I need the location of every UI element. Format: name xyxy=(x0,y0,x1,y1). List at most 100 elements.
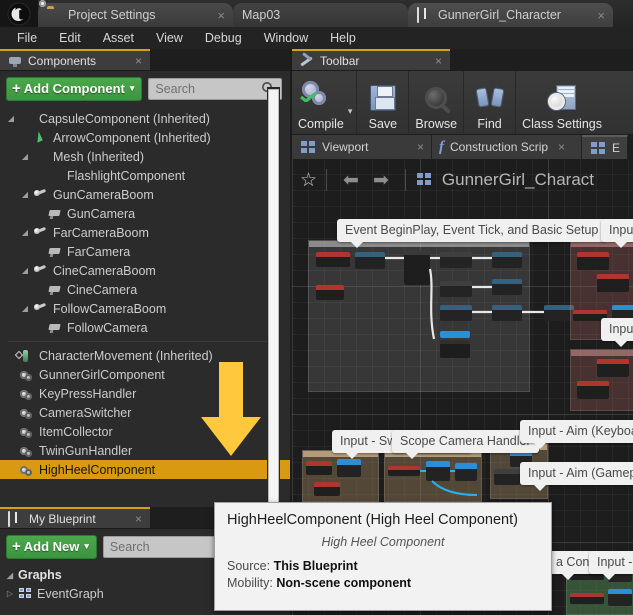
spring-arm-icon xyxy=(33,302,49,316)
close-icon[interactable]: × xyxy=(435,54,442,68)
components-search-input[interactable]: Search xyxy=(148,78,282,100)
components-scrollbar[interactable] xyxy=(267,87,280,527)
graph-node[interactable] xyxy=(316,285,344,300)
graph-comment-bubble[interactable]: Inpu xyxy=(601,318,633,347)
close-icon[interactable]: × xyxy=(587,8,605,23)
tree-item[interactable]: ◢ Mesh (Inherited) xyxy=(0,147,290,166)
graph-node[interactable] xyxy=(570,593,604,604)
tree-item[interactable]: ◢ FarCameraBoom xyxy=(0,223,290,242)
graph-node[interactable] xyxy=(455,463,477,481)
graph-node[interactable] xyxy=(597,274,629,292)
graph-node[interactable] xyxy=(426,461,450,481)
compile-button[interactable]: Compile ▾ xyxy=(292,71,358,134)
browse-button[interactable]: Browse xyxy=(409,71,465,134)
tab-construction-script[interactable]: f Construction Scrip × xyxy=(432,135,582,159)
find-button[interactable]: Find xyxy=(464,71,517,134)
close-icon[interactable]: × xyxy=(207,8,225,23)
disclosure-triangle-icon[interactable]: ◢ xyxy=(20,190,30,199)
tree-item-label: ItemCollector xyxy=(39,424,113,439)
add-component-button[interactable]: + Add Component ▾ xyxy=(6,77,143,101)
close-icon[interactable]: × xyxy=(135,512,142,526)
graph-node[interactable] xyxy=(314,482,340,496)
menu-item-edit[interactable]: Edit xyxy=(48,28,92,48)
tree-item[interactable]: ◢FollowCamera xyxy=(0,318,290,337)
graph-node[interactable] xyxy=(388,466,420,476)
tree-item[interactable]: ◢GunCamera xyxy=(0,204,290,223)
tree-item-label: CineCamera xyxy=(67,282,138,297)
disclosure-triangle-icon[interactable]: ◢ xyxy=(20,228,30,237)
event-graph-icon xyxy=(416,172,434,188)
graph-node[interactable] xyxy=(577,252,609,270)
scrollbar-thumb[interactable] xyxy=(268,89,279,521)
arrow-left-icon[interactable]: ⬅ xyxy=(336,169,366,192)
disclosure-triangle-icon[interactable]: ◢ xyxy=(6,114,16,123)
graph-comment-bubble[interactable]: Event BeginPlay, Event Tick, and Basic S… xyxy=(337,219,607,248)
binoculars-icon xyxy=(470,81,509,115)
toolbar-buttons: Compile ▾ Save Browse Find Class Setting… xyxy=(292,70,633,134)
graph-comment-bubble[interactable]: Input - Aim (Gamep xyxy=(520,462,633,491)
graph-node[interactable] xyxy=(440,305,472,321)
tree-item[interactable]: ◢FarCamera xyxy=(0,242,290,261)
tree-item[interactable]: ◢ CineCameraBoom xyxy=(0,261,290,280)
graph-comment-bubble[interactable]: Input - xyxy=(589,551,633,580)
graph-node[interactable] xyxy=(608,589,632,606)
tab-toolbar[interactable]: Toolbar × xyxy=(292,49,450,70)
window-tab-gunnergirl-character[interactable]: GunnerGirl_Character × xyxy=(408,3,613,27)
graph-node[interactable] xyxy=(494,469,520,485)
graph-node[interactable] xyxy=(492,252,522,268)
graph-node[interactable] xyxy=(440,340,470,358)
graph-node[interactable] xyxy=(306,461,332,475)
menu-item-debug[interactable]: Debug xyxy=(194,28,253,48)
graph-node[interactable] xyxy=(577,381,609,399)
close-icon[interactable]: × xyxy=(558,140,565,154)
graph-node[interactable] xyxy=(355,252,385,269)
tree-item[interactable]: ◢ FollowCameraBoom xyxy=(0,299,290,318)
graph-node[interactable] xyxy=(337,459,361,477)
tree-item[interactable]: ◢ CapsuleComponent (Inherited) xyxy=(0,109,290,128)
tab-viewport[interactable]: Viewport × xyxy=(292,135,432,159)
graph-node[interactable] xyxy=(492,279,522,295)
tab-event-graph[interactable]: E xyxy=(582,135,629,159)
window-tab-project-settings[interactable]: Project Settings × xyxy=(38,3,233,27)
add-new-button[interactable]: + Add New ▾ xyxy=(6,535,97,559)
menu-item-asset[interactable]: Asset xyxy=(92,28,145,48)
toolbar-tab-row: Toolbar × xyxy=(292,49,633,70)
menu-item-view[interactable]: View xyxy=(145,28,194,48)
tree-item[interactable]: ◢FlashlightComponent xyxy=(0,166,290,185)
class-settings-button[interactable]: Class Settings xyxy=(516,71,608,134)
viewport-grid-icon xyxy=(301,140,316,154)
graph-comment-bubble[interactable]: Scope Camera Handler xyxy=(392,430,539,459)
arrow-right-icon[interactable]: ➡ xyxy=(366,169,396,192)
graph-node[interactable] xyxy=(597,359,629,377)
graph-node[interactable] xyxy=(440,281,472,297)
tree-item[interactable]: ◢ GunCameraBoom xyxy=(0,185,290,204)
graph-node[interactable] xyxy=(492,305,522,321)
graph-comment-bubble[interactable]: Input - Aim (Keyboa xyxy=(520,420,633,449)
graph-node[interactable] xyxy=(440,331,470,338)
window-tab-map03[interactable]: Map03 xyxy=(233,3,408,27)
tree-item-label: CharacterMovement (Inherited) xyxy=(39,348,213,363)
menu-item-file[interactable]: File xyxy=(6,28,48,48)
title-bar: Project Settings × Map03 GunnerGirl_Char… xyxy=(0,0,633,27)
disclosure-triangle-icon[interactable]: ◢ xyxy=(20,266,30,275)
graph-node[interactable] xyxy=(316,252,350,267)
star-icon[interactable]: ☆ xyxy=(300,169,317,192)
tab-my-blueprint[interactable]: My Blueprint × xyxy=(0,507,150,528)
disclosure-triangle-icon[interactable]: ◢ xyxy=(20,152,30,161)
close-icon[interactable]: × xyxy=(135,54,142,68)
tree-item-selected[interactable]: ◢HighHeelComponent xyxy=(0,460,290,479)
save-button[interactable]: Save xyxy=(357,71,410,134)
disclosure-triangle-icon[interactable]: ◢ xyxy=(20,304,30,313)
menu-item-window[interactable]: Window xyxy=(253,28,319,48)
graph-comment-bubble[interactable]: Inpu xyxy=(601,219,633,248)
graph-node[interactable] xyxy=(440,252,472,268)
tree-item[interactable]: ◢CineCamera xyxy=(0,280,290,299)
tree-item[interactable]: ◢ArrowComponent (Inherited) xyxy=(0,128,290,147)
graph-node[interactable] xyxy=(404,250,430,285)
chevron-down-icon[interactable]: ▾ xyxy=(348,106,353,131)
tooltip-row-label: Source: xyxy=(227,559,271,573)
menu-item-help[interactable]: Help xyxy=(319,28,367,48)
close-icon[interactable]: × xyxy=(417,140,424,154)
tab-components[interactable]: Components × xyxy=(0,49,150,70)
spring-arm-icon xyxy=(33,188,49,202)
